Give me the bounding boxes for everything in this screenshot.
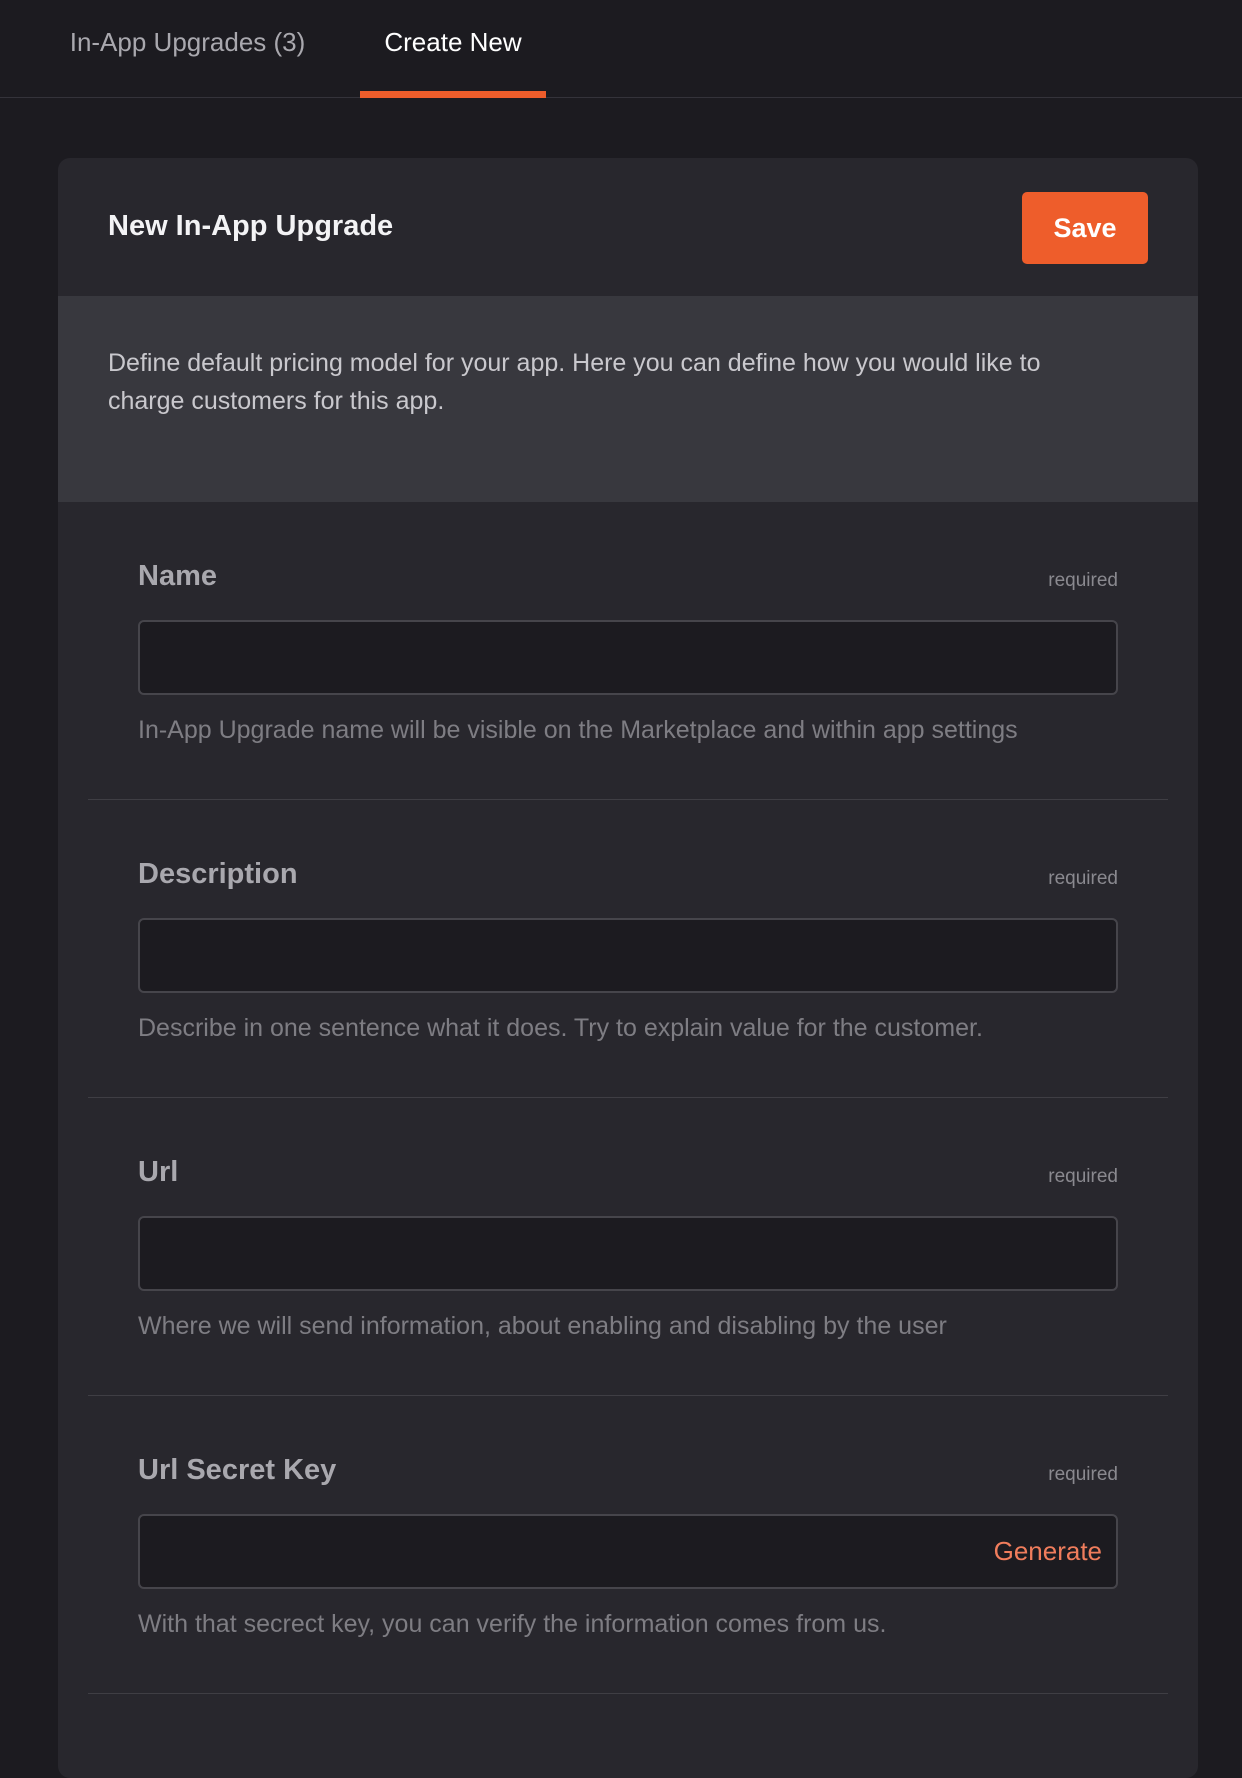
field-help-text: Describe in one sentence what it does. T… (138, 1014, 983, 1042)
generate-key-button[interactable]: Generate (994, 1516, 1102, 1587)
intro-text: Define default pricing model for your ap… (108, 349, 1041, 415)
field-url-secret-key: Url Secret Key required Generate With th… (88, 1396, 1168, 1694)
field-label: Description (138, 858, 298, 890)
field-label: Url Secret Key (138, 1454, 337, 1486)
card-header: New In-App Upgrade Save (58, 158, 1198, 296)
field-help-text: With that secrect key, you can verify th… (138, 1610, 887, 1638)
required-indicator: required (1048, 1166, 1118, 1187)
field-name: Name required In-App Upgrade name will b… (88, 502, 1168, 800)
card-title: New In-App Upgrade (108, 210, 394, 242)
description-input[interactable] (138, 918, 1118, 993)
required-indicator: required (1048, 570, 1118, 591)
save-button[interactable]: Save (1022, 192, 1148, 264)
required-indicator: required (1048, 868, 1118, 889)
intro-panel: Define default pricing model for your ap… (58, 296, 1198, 502)
field-url: Url required Where we will send informat… (88, 1098, 1168, 1396)
url-input[interactable] (138, 1216, 1118, 1291)
url-secret-key-input[interactable] (138, 1514, 1118, 1589)
field-help-text: In-App Upgrade name will be visible on t… (138, 716, 1018, 744)
required-indicator: required (1048, 1464, 1118, 1485)
tab-create-new[interactable]: Create New (360, 0, 546, 98)
new-upgrade-card: New In-App Upgrade Save Define default p… (58, 158, 1198, 1778)
tab-in-app-upgrades[interactable]: In-App Upgrades (3) (50, 0, 325, 98)
field-help-text: Where we will send information, about en… (138, 1312, 947, 1340)
field-label: Name (138, 560, 217, 592)
tab-bar: In-App Upgrades (3) Create New (0, 0, 1242, 98)
name-input[interactable] (138, 620, 1118, 695)
field-label: Url (138, 1156, 179, 1188)
field-description: Description required Describe in one sen… (88, 800, 1168, 1098)
